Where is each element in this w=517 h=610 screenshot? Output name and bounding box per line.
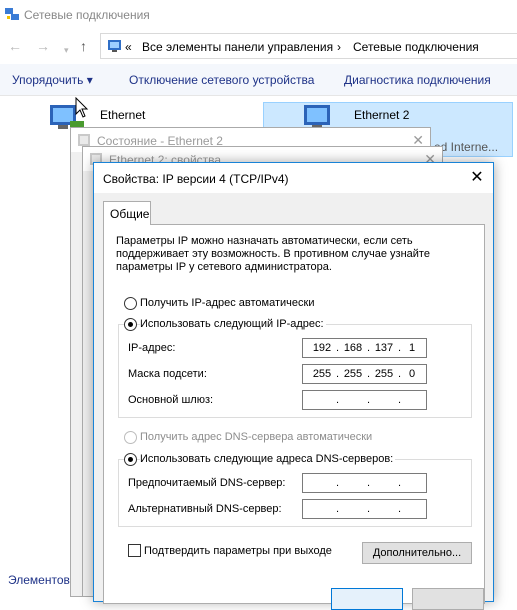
dns-auto-radio[interactable] [124, 431, 137, 444]
octet-separator: . [367, 503, 371, 515]
octet-separator: . [336, 368, 340, 380]
cancel-button[interactable] [412, 588, 484, 610]
ip-octet-3: 137 [374, 342, 394, 354]
gateway-label: Основной шлюз: [128, 394, 214, 406]
general-tab-panel: Параметры IP можно назначать автоматичес… [103, 224, 485, 604]
command-bar: Упорядочить ▾ Отключение сетевого устрой… [0, 64, 517, 96]
mask-octet-3: 255 [374, 368, 394, 380]
ip-address-field[interactable]: 192 . 168 . 137 . 1 [302, 338, 427, 358]
ip-octet-2: 168 [343, 342, 363, 354]
preferred-dns-field[interactable]: . . . [302, 473, 427, 493]
network-connections-icon [5, 8, 19, 20]
breadcrumb-separator[interactable]: › [337, 40, 341, 54]
diagnose-connection-button[interactable]: Диагностика подключения [344, 73, 491, 87]
advanced-button[interactable]: Дополнительно... [362, 542, 472, 564]
octet-separator: . [367, 394, 371, 406]
dns-auto-label[interactable]: Получить адрес DNS-сервера автоматически [140, 431, 372, 443]
address-overflow[interactable]: « [125, 40, 132, 54]
ip-octet-1: 192 [312, 342, 332, 354]
explorer-titlebar: Сетевые подключения [0, 0, 517, 30]
description-text: Параметры IP можно назначать автоматичес… [116, 235, 430, 273]
ip-manual-label[interactable]: Использовать следующий IP-адрес: [140, 318, 326, 330]
back-arrow-icon[interactable]: ← [8, 38, 22, 54]
connection-name-ethernet-2[interactable]: Ethernet 2 [354, 108, 409, 122]
octet-separator: . [367, 477, 371, 489]
ip-address-label: IP-адрес: [128, 342, 176, 354]
alternate-dns-label: Альтернативный DNS-сервер: [128, 503, 282, 515]
recent-chevron-icon[interactable]: ▾ [64, 42, 69, 58]
octet-separator: . [398, 477, 402, 489]
octet-separator: . [367, 342, 371, 354]
mask-octet-4: 0 [408, 368, 416, 380]
octet-separator: . [398, 503, 402, 515]
octet-separator: . [336, 503, 340, 515]
preferred-dns-label: Предпочитаемый DNS-сервер: [128, 477, 286, 489]
validate-on-exit-checkbox[interactable] [128, 544, 141, 557]
dialog-title: Свойства: IP версии 4 (TCP/IPv4) [103, 172, 289, 186]
disable-device-button[interactable]: Отключение сетевого устройства [129, 73, 314, 87]
ip-manual-radio[interactable] [124, 318, 137, 331]
tab-general-label: Общие [110, 207, 150, 221]
address-bar[interactable]: « Все элементы панели управления › Сетев… [100, 33, 517, 59]
connection-name-ethernet[interactable]: Ethernet [100, 108, 145, 122]
mouse-cursor-icon [75, 97, 89, 118]
close-icon[interactable]: ✕ [463, 164, 491, 192]
mask-octet-2: 255 [343, 368, 363, 380]
octet-separator: . [398, 394, 402, 406]
breadcrumb-network-connections[interactable]: Сетевые подключения [353, 40, 479, 54]
tab-general[interactable]: Общие [103, 201, 151, 225]
connection-subtitle-ethernet-2: ed Interne... [434, 140, 499, 154]
organize-button[interactable]: Упорядочить ▾ [12, 73, 93, 87]
mask-octet-1: 255 [312, 368, 332, 380]
network-adapter-icon [78, 134, 90, 146]
ip-auto-radio[interactable] [124, 297, 137, 310]
octet-separator: . [336, 394, 340, 406]
dns-manual-label[interactable]: Использовать следующие адреса DNS-сервер… [140, 453, 396, 465]
dialog-titlebar: Свойства: IP версии 4 (TCP/IPv4) ✕ [94, 163, 493, 193]
dns-manual-radio[interactable] [124, 453, 137, 466]
ip-octet-4: 1 [408, 342, 416, 354]
octet-separator: . [336, 477, 340, 489]
octet-separator: . [367, 368, 371, 380]
validate-on-exit-label[interactable]: Подтвердить параметры при выходе [144, 545, 332, 557]
ip-auto-label[interactable]: Получить IP-адрес автоматически [140, 297, 314, 309]
subnet-mask-field[interactable]: 255 . 255 . 255 . 0 [302, 364, 427, 384]
control-panel-icon [108, 40, 121, 52]
window-title: Сетевые подключения [24, 8, 150, 22]
ipv4-properties-dialog: Свойства: IP версии 4 (TCP/IPv4) ✕ Общие… [93, 162, 494, 610]
octet-separator: . [336, 342, 340, 354]
gateway-field[interactable]: . . . [302, 390, 427, 410]
alternate-dns-field[interactable]: . . . [302, 499, 427, 519]
forward-arrow-icon[interactable]: → [36, 38, 50, 54]
ok-button[interactable] [331, 588, 403, 610]
subnet-mask-label: Маска подсети: [128, 368, 207, 380]
breadcrumb-control-panel[interactable]: Все элементы панели управления [142, 40, 333, 54]
up-arrow-icon[interactable]: ↑ [80, 38, 87, 54]
